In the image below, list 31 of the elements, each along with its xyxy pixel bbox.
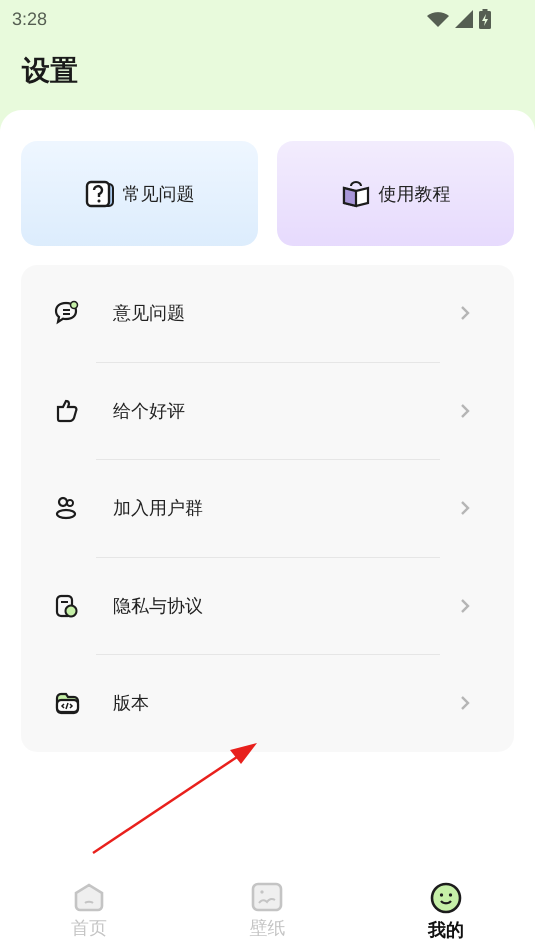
thumbs-up-icon [54, 398, 80, 424]
shortcut-card[interactable]: 常见问题 [21, 141, 258, 246]
menu-item[interactable]: 意见问题 [21, 265, 514, 362]
menu-item-label: 加入用户群 [113, 497, 204, 520]
open-book-icon [340, 180, 370, 208]
status-time: 3:28 [12, 8, 48, 30]
chat-bubble-icon [54, 300, 80, 326]
nav-tab[interactable]: 我的 [356, 868, 535, 951]
menu-item-label: 意见问题 [113, 302, 186, 326]
chevron-right-icon [460, 598, 470, 614]
image-icon [251, 882, 284, 912]
chevron-right-icon [460, 305, 470, 322]
chevron-right-icon [460, 402, 470, 419]
page-title: 设置 [20, 53, 79, 89]
menu-item[interactable]: 给个好评 [21, 362, 514, 459]
signal-icon [455, 10, 473, 28]
question-card-icon [84, 180, 114, 208]
menu-item-label: 给个好评 [113, 400, 186, 423]
menu-item[interactable]: 隐私与协议 [21, 558, 514, 654]
shortcut-card[interactable]: 使用教程 [277, 141, 514, 246]
document-shield-icon [54, 592, 80, 619]
chevron-right-icon [460, 500, 470, 516]
code-folder-icon [54, 690, 80, 716]
menu-item[interactable]: 加入用户群 [21, 460, 514, 556]
smiley-icon [430, 882, 462, 914]
menu-item-label: 隐私与协议 [113, 594, 204, 618]
battery-icon [479, 9, 491, 29]
home-icon [73, 882, 106, 912]
chevron-right-icon [460, 695, 470, 712]
menu-item-label: 版本 [113, 692, 150, 716]
wifi-icon [427, 11, 449, 27]
